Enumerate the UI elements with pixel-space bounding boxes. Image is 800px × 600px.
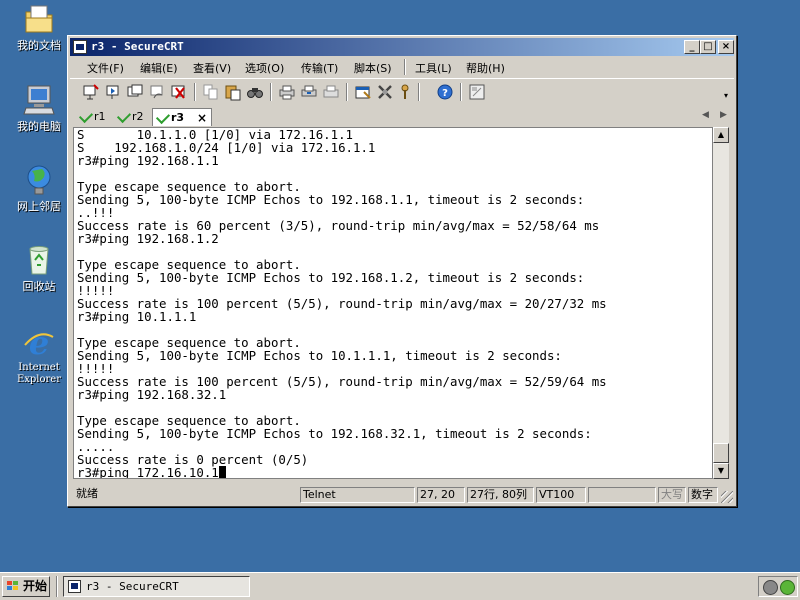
toolbar-overflow-icon[interactable]: ▾ — [724, 91, 732, 101]
toolbar-separator — [270, 83, 272, 101]
toolbar-separator — [418, 83, 420, 101]
tab-close-icon[interactable]: × — [197, 109, 207, 127]
status-caps-lock: 大写 — [658, 487, 686, 503]
status-num-lock: 数字 — [688, 487, 718, 503]
tab-label: r2 — [132, 110, 144, 123]
global-options-icon[interactable] — [376, 83, 394, 101]
network-places-icon — [22, 163, 56, 197]
desktop-icon-label: Internet Explorer — [16, 362, 62, 385]
start-button[interactable]: 开始 — [2, 576, 50, 597]
tab-scroll-left-icon[interactable]: ◀ — [702, 110, 709, 120]
desktop-icon-label: 我的电脑 — [17, 120, 61, 133]
desktop-icon-my-documents[interactable]: 我的文档 — [6, 2, 72, 52]
desktop-icon-internet-explorer[interactable]: e Internet Explorer — [6, 324, 72, 386]
find-icon[interactable] — [246, 83, 264, 101]
taskbar-separator — [56, 576, 58, 597]
scroll-down-icon[interactable]: ▼ — [713, 463, 729, 479]
tray-security-icon[interactable] — [780, 580, 795, 595]
menu-separator — [404, 59, 406, 75]
status-terminal-size: 27行, 80列 — [467, 487, 534, 503]
taskbar-button-securecrt[interactable]: r3 - SecureCRT — [63, 576, 250, 597]
status-emulation: VT100 — [536, 487, 586, 503]
disconnect-icon[interactable] — [170, 83, 188, 101]
keypad-icon[interactable] — [468, 83, 486, 101]
title-bar[interactable]: r3 - SecureCRT _ □ × — [70, 38, 734, 56]
desktop-icon-label: 回收站 — [22, 280, 56, 293]
securecrt-window[interactable]: r3 - SecureCRT _ □ × 文件(F) 编辑(E) 查看(V) 选… — [67, 35, 737, 507]
keymap-icon[interactable] — [396, 83, 414, 101]
window-title: r3 - SecureCRT — [91, 40, 184, 53]
tray-network-icon[interactable] — [763, 580, 778, 595]
menu-file[interactable]: 文件(F) — [87, 60, 124, 76]
toolbar-separator — [194, 83, 196, 101]
vertical-scrollbar[interactable]: ▲ ▼ — [713, 127, 729, 479]
terminal-cursor — [218, 466, 226, 478]
taskbar-button-label: r3 - SecureCRT — [86, 580, 179, 593]
session-tab-bar: r1 r2 r3 × ◀ ▶ — [70, 106, 734, 126]
my-computer-icon — [22, 83, 56, 117]
close-button[interactable]: × — [718, 40, 734, 54]
svg-text:e: e — [29, 325, 49, 359]
resize-grip-icon[interactable] — [721, 491, 733, 503]
connect-tab-icon[interactable] — [126, 83, 144, 101]
tab-label: r3 — [171, 111, 185, 124]
securecrt-app-icon — [73, 40, 87, 54]
tab-r3[interactable]: r3 × — [152, 108, 212, 126]
securecrt-taskbar-icon — [68, 580, 81, 593]
desktop-icon-network-places[interactable]: 网上邻居 — [6, 163, 72, 213]
menu-edit[interactable]: 编辑(E) — [140, 60, 178, 76]
terminal-text: S 10.1.1.0 [1/0] via 172.16.1.1 S 192.16… — [77, 127, 607, 479]
help-icon[interactable]: ? — [436, 83, 454, 101]
windows-flag-icon — [7, 581, 19, 592]
tab-r1[interactable]: r1 — [76, 108, 112, 126]
toolbar-separator — [460, 83, 462, 101]
start-label: 开始 — [23, 579, 48, 593]
paste-icon[interactable] — [224, 83, 242, 101]
internet-explorer-icon: e — [22, 324, 56, 362]
terminal-input-line[interactable]: r3#ping 172.16.10.1 — [77, 465, 219, 478]
status-cursor-position: 27, 20 — [417, 487, 465, 503]
connected-check-icon — [155, 109, 171, 125]
menu-bar: 文件(F) 编辑(E) 查看(V) 选项(O) 传输(T) 脚本(S) 工具(L… — [70, 57, 734, 77]
print-icon[interactable] — [278, 83, 296, 101]
minimize-button[interactable]: _ — [684, 40, 700, 54]
menu-view[interactable]: 查看(V) — [193, 60, 231, 76]
session-options-icon[interactable] — [354, 83, 372, 101]
menu-options[interactable]: 选项(O) — [245, 60, 284, 76]
connect-icon[interactable] — [82, 83, 100, 101]
copy-icon[interactable] — [202, 83, 220, 101]
tab-label: r1 — [94, 110, 106, 123]
scroll-up-icon[interactable]: ▲ — [713, 127, 729, 143]
desktop-icon-my-computer[interactable]: 我的电脑 — [6, 83, 72, 133]
status-blank — [588, 487, 656, 503]
svg-text:?: ? — [442, 88, 448, 99]
toolbar-separator — [346, 83, 348, 101]
system-tray — [758, 576, 798, 597]
menu-tools[interactable]: 工具(L) — [415, 60, 452, 76]
menu-help[interactable]: 帮助(H) — [466, 60, 505, 76]
status-text: 就绪 — [76, 487, 98, 500]
status-protocol: Telnet — [300, 487, 415, 503]
connected-check-icon — [116, 108, 132, 124]
tab-r2[interactable]: r2 — [114, 108, 150, 126]
quick-connect-icon[interactable] — [104, 83, 122, 101]
taskbar: 开始 r3 - SecureCRT — [0, 572, 800, 600]
recycle-bin-icon — [22, 243, 56, 277]
menu-script[interactable]: 脚本(S) — [354, 60, 392, 76]
desktop-icon-label: 网上邻居 — [17, 200, 61, 213]
maximize-button[interactable]: □ — [700, 40, 716, 54]
print-setup-icon[interactable] — [322, 83, 340, 101]
connected-check-icon — [78, 108, 94, 124]
toolbar: ? ▾ — [70, 78, 734, 105]
status-bar: 就绪 Telnet 27, 20 27行, 80列 VT100 大写 数字 — [70, 486, 734, 504]
menu-transfer[interactable]: 传输(T) — [301, 60, 338, 76]
scroll-thumb[interactable] — [713, 443, 729, 463]
print-selection-icon[interactable] — [300, 83, 318, 101]
desktop-icon-label: 我的文档 — [17, 39, 61, 52]
terminal-output[interactable]: S 10.1.1.0 [1/0] via 172.16.1.1 S 192.16… — [73, 127, 713, 479]
reconnect-icon[interactable] — [148, 83, 166, 101]
my-documents-icon — [22, 2, 56, 36]
desktop-icon-recycle-bin[interactable]: 回收站 — [6, 243, 72, 293]
tab-scroll-right-icon[interactable]: ▶ — [720, 110, 727, 120]
